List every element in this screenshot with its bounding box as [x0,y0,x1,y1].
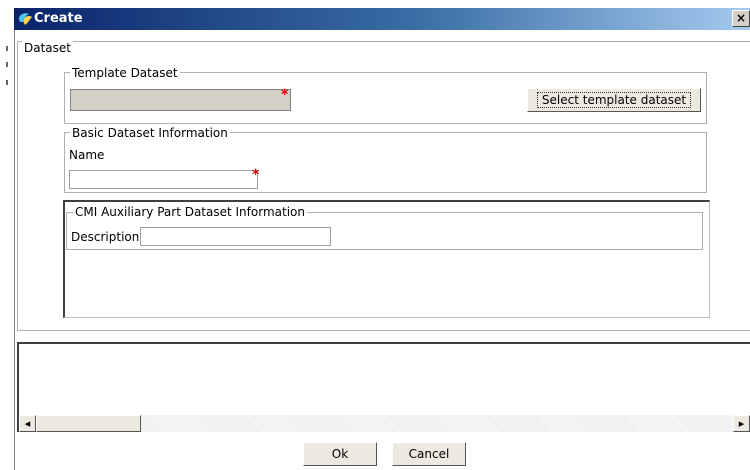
name-input[interactable] [69,170,258,189]
description-label: Description [71,230,140,244]
window-title: Create [34,11,83,26]
cmi-legend: CMI Auxiliary Part Dataset Information [73,205,307,219]
horizontal-scrollbar[interactable]: ◂ ▸ [19,415,750,432]
scroll-left-button[interactable]: ◂ [19,415,36,432]
select-template-dataset-label: Select template dataset [536,92,692,108]
left-arrow-icon: ◂ [24,417,31,430]
template-dataset-field[interactable] [70,89,291,111]
desktop-mark [6,80,8,85]
required-marker: * [281,87,289,103]
scroll-thumb[interactable] [36,415,141,432]
name-label: Name [69,148,105,162]
basic-dataset-legend: Basic Dataset Information [70,126,230,140]
close-icon: × [735,11,747,25]
cancel-label: Cancel [408,447,450,461]
description-input[interactable] [140,227,331,246]
desktop-mark [6,46,8,51]
scroll-right-button[interactable]: ▸ [733,415,750,432]
template-dataset-legend: Template Dataset [70,66,180,80]
dataset-legend: Dataset [22,41,73,55]
desktop-mark [6,62,8,67]
app-icon [19,13,32,25]
required-marker: * [252,167,260,183]
ok-button[interactable]: Ok [303,442,377,466]
close-button[interactable]: × [732,10,750,27]
title-bar[interactable]: Create × [14,8,750,30]
cancel-button[interactable]: Cancel [392,442,466,466]
right-arrow-icon: ▸ [738,417,745,430]
ok-label: Ok [331,447,349,461]
select-template-dataset-button[interactable]: Select template dataset [527,88,701,112]
